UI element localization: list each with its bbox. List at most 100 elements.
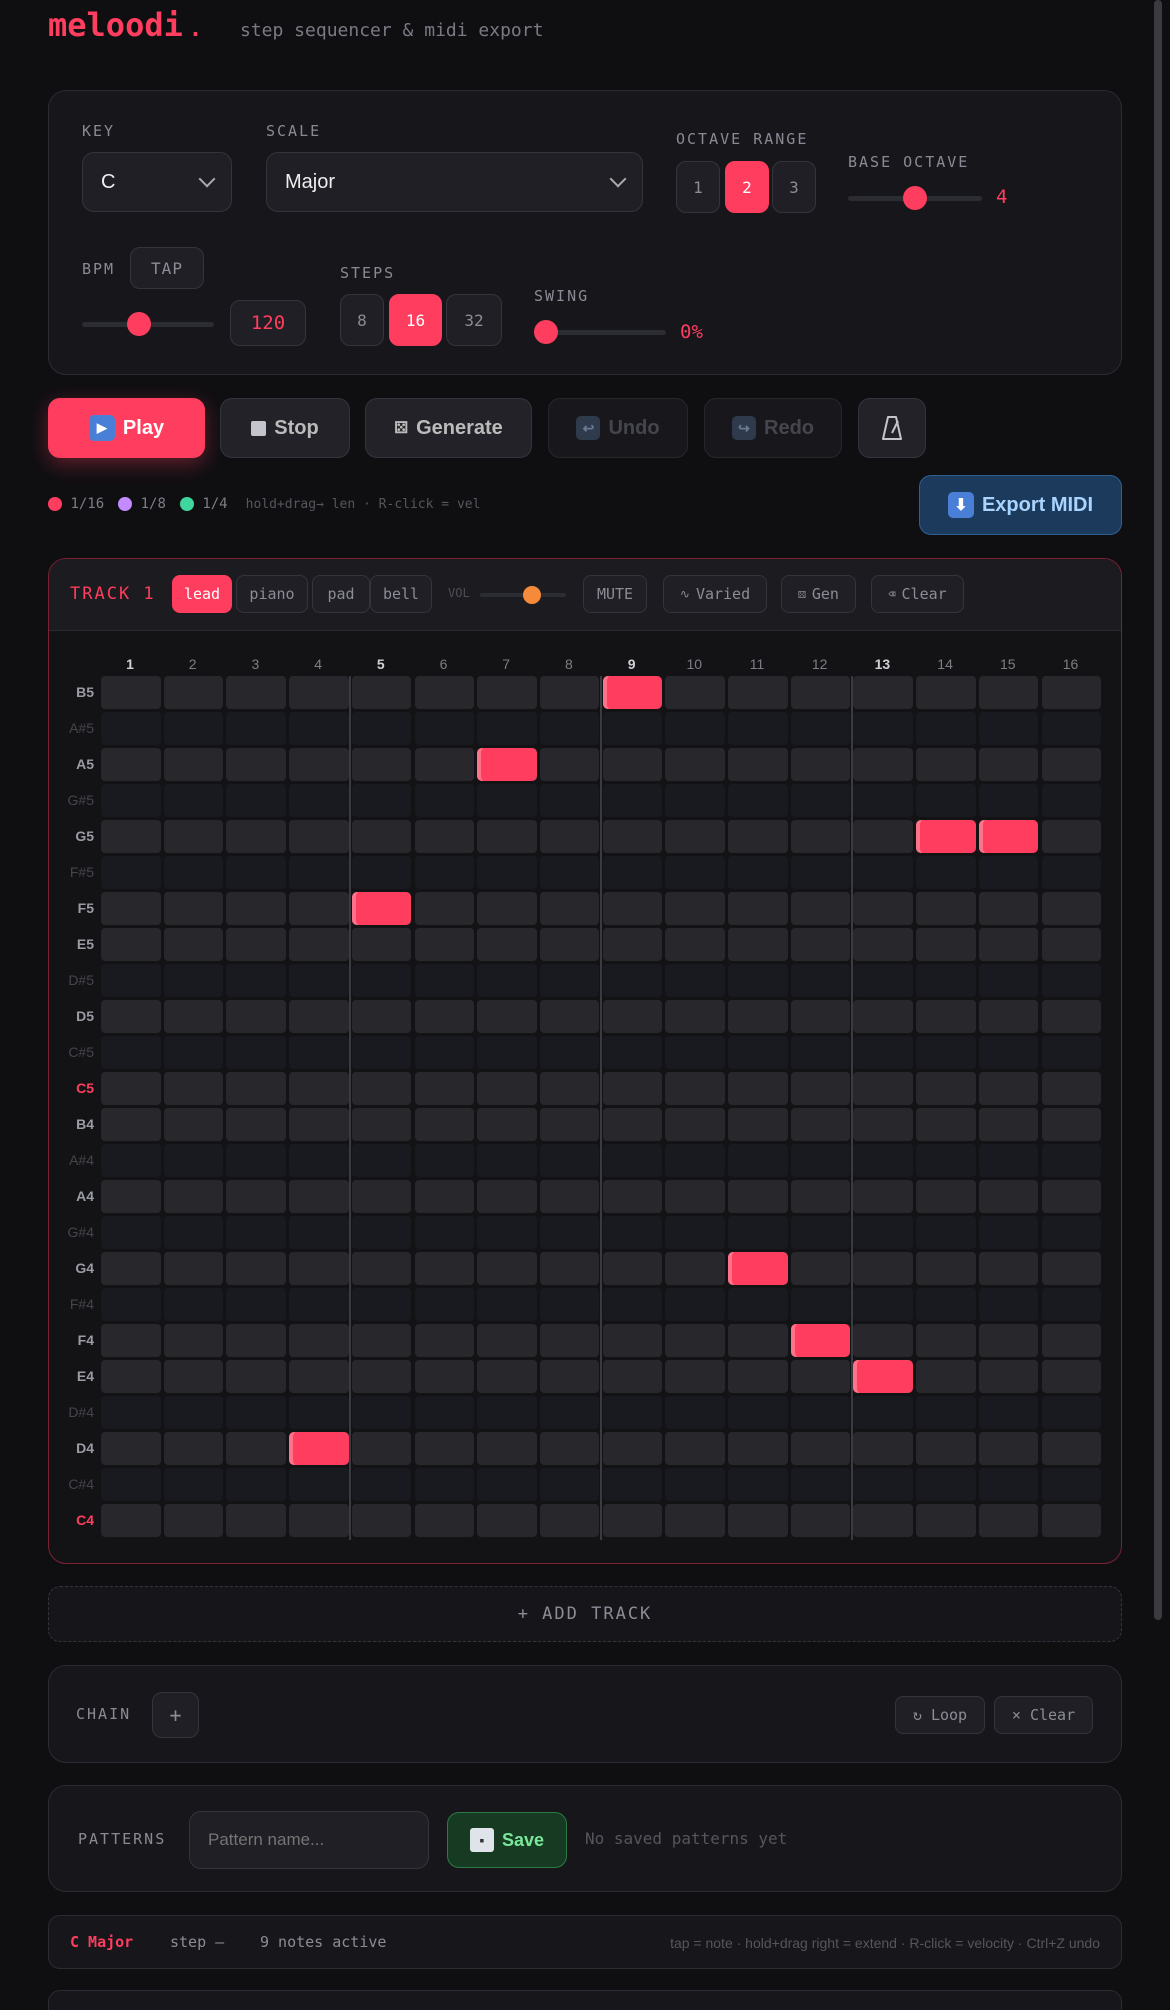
volume-slider[interactable]: [480, 586, 566, 604]
grid-cell[interactable]: [665, 892, 725, 925]
grid-cell[interactable]: [665, 820, 725, 853]
grid-cell[interactable]: [916, 1108, 976, 1141]
grid-cell[interactable]: [539, 712, 600, 745]
grid-cell[interactable]: [916, 1000, 976, 1033]
grid-cell[interactable]: [414, 1108, 474, 1141]
grid-cell[interactable]: [790, 928, 851, 961]
grid-cell[interactable]: [101, 1432, 161, 1465]
grid-cell[interactable]: [163, 928, 224, 961]
grid-cell[interactable]: [665, 1108, 725, 1141]
base-octave-slider[interactable]: [848, 186, 982, 210]
scrollbar-thumb[interactable]: [1154, 0, 1162, 1620]
grid-cell[interactable]: [351, 1288, 412, 1321]
grid-cell[interactable]: [539, 1144, 600, 1177]
varied-button[interactable]: ∿ Varied: [663, 575, 767, 613]
grid-cell[interactable]: [665, 784, 725, 817]
grid-cell[interactable]: [289, 856, 349, 889]
grid-cell[interactable]: [539, 1108, 600, 1141]
grid-cell[interactable]: [978, 856, 1039, 889]
grid-cell[interactable]: [539, 1288, 600, 1321]
grid-cell[interactable]: [853, 928, 913, 961]
grid-cell[interactable]: [163, 856, 224, 889]
grid-cell[interactable]: [477, 1000, 537, 1033]
slider-knob[interactable]: [903, 186, 927, 210]
grid-cell[interactable]: [1041, 820, 1101, 853]
grid-cell[interactable]: [539, 1000, 600, 1033]
grid-cell[interactable]: [101, 676, 161, 709]
grid-cell[interactable]: [790, 964, 851, 997]
chain-loop-button[interactable]: ↻ Loop: [895, 1696, 985, 1734]
grid-cell[interactable]: [1041, 1072, 1101, 1105]
grid-cell[interactable]: [163, 1324, 224, 1357]
grid-cell[interactable]: [1041, 1144, 1101, 1177]
grid-cell[interactable]: [163, 1504, 224, 1537]
grid-cell[interactable]: [916, 712, 976, 745]
grid-cell[interactable]: [477, 1072, 537, 1105]
grid-cell[interactable]: [728, 856, 788, 889]
grid-cell[interactable]: [101, 892, 161, 925]
grid-cell[interactable]: [916, 1468, 976, 1501]
grid-cell[interactable]: [289, 928, 349, 961]
grid-cell[interactable]: [101, 964, 161, 997]
grid-cell[interactable]: [978, 1000, 1039, 1033]
grid-cell[interactable]: [351, 820, 412, 853]
grid-cell[interactable]: [602, 1036, 663, 1069]
grid-cell[interactable]: [539, 1324, 600, 1357]
grid-cell[interactable]: [414, 1432, 474, 1465]
grid-cell[interactable]: [163, 1252, 224, 1285]
grid-cell[interactable]: [1041, 1180, 1101, 1213]
grid-cell[interactable]: [477, 1504, 537, 1537]
grid-cell[interactable]: [728, 1108, 788, 1141]
grid-cell[interactable]: [226, 676, 286, 709]
grid-cell[interactable]: [289, 1216, 349, 1249]
grid-cell[interactable]: [351, 1432, 412, 1465]
grid-cell[interactable]: [790, 1216, 851, 1249]
grid-cell[interactable]: [1041, 712, 1101, 745]
grid-cell[interactable]: [226, 964, 286, 997]
grid-cell[interactable]: [602, 1072, 663, 1105]
grid-cell[interactable]: [289, 1000, 349, 1033]
grid-cell[interactable]: [790, 1396, 851, 1429]
grid-cell[interactable]: [978, 1504, 1039, 1537]
key-select[interactable]: C: [82, 152, 232, 212]
grid-cell[interactable]: [1041, 1000, 1101, 1033]
grid-cell[interactable]: [916, 1144, 976, 1177]
grid-cell[interactable]: [351, 1108, 412, 1141]
grid-cell[interactable]: [665, 964, 725, 997]
grid-cell[interactable]: [101, 748, 161, 781]
grid-cell[interactable]: [414, 1468, 474, 1501]
bpm-slider[interactable]: [82, 312, 214, 336]
grid-cell[interactable]: [226, 1288, 286, 1321]
grid-cell[interactable]: [289, 1252, 349, 1285]
grid-cell[interactable]: [477, 1216, 537, 1249]
grid-cell[interactable]: [414, 1288, 474, 1321]
grid-cell[interactable]: [226, 1396, 286, 1429]
grid-cell[interactable]: [414, 1180, 474, 1213]
grid-cell[interactable]: [1041, 1396, 1101, 1429]
grid-cell[interactable]: [539, 1432, 600, 1465]
grid-cell[interactable]: [1041, 964, 1101, 997]
grid-cell[interactable]: [916, 1324, 976, 1357]
note-block[interactable]: [790, 1324, 851, 1357]
grid-cell[interactable]: [602, 1468, 663, 1501]
grid-cell[interactable]: [414, 1504, 474, 1537]
grid-cell[interactable]: [414, 676, 474, 709]
grid-cell[interactable]: [539, 1360, 600, 1393]
grid-cell[interactable]: [226, 1180, 286, 1213]
grid-cell[interactable]: [163, 892, 224, 925]
chain-add-button[interactable]: +: [152, 1692, 199, 1738]
instrument-pad[interactable]: pad: [312, 575, 370, 613]
grid-cell[interactable]: [414, 1360, 474, 1393]
grid-cell[interactable]: [978, 748, 1039, 781]
grid-cell[interactable]: [978, 1468, 1039, 1501]
grid-cell[interactable]: [289, 712, 349, 745]
add-track-button[interactable]: + ADD TRACK: [48, 1586, 1122, 1642]
grid-cell[interactable]: [665, 1324, 725, 1357]
grid-cell[interactable]: [790, 1108, 851, 1141]
grid-cell[interactable]: [978, 1216, 1039, 1249]
clear-track-button[interactable]: ⌫ Clear: [871, 575, 964, 613]
grid-cell[interactable]: [916, 1180, 976, 1213]
grid-cell[interactable]: [226, 1036, 286, 1069]
grid-cell[interactable]: [101, 1396, 161, 1429]
slider-knob[interactable]: [534, 320, 558, 344]
